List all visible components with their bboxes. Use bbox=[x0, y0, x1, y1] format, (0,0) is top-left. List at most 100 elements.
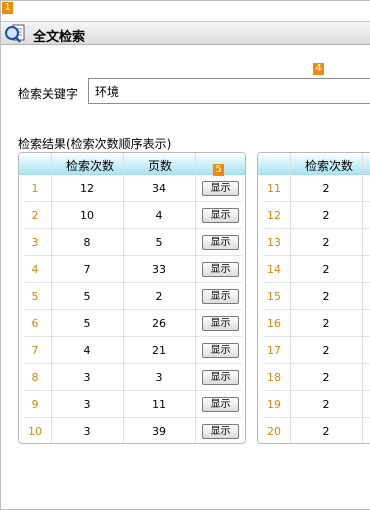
row-number: 20 bbox=[267, 425, 281, 438]
column-divider bbox=[123, 153, 124, 443]
search-count-value: 2 bbox=[322, 317, 330, 330]
show-button[interactable]: 显示 bbox=[202, 316, 239, 331]
show-button[interactable]: 显示 bbox=[202, 370, 239, 385]
row-number: 10 bbox=[28, 425, 42, 438]
row-number: 1 bbox=[31, 182, 39, 195]
header-search-count: 检索次数 bbox=[65, 159, 114, 173]
search-count-value: 2 bbox=[322, 371, 330, 384]
search-count-value: 2 bbox=[322, 263, 330, 276]
page-value: 11 bbox=[152, 398, 166, 411]
show-button[interactable]: 显示 bbox=[202, 343, 239, 358]
row-number: 11 bbox=[267, 182, 281, 195]
column-divider bbox=[51, 153, 52, 443]
keyword-label: 检索关键字 bbox=[18, 87, 79, 101]
search-count-value: 2 bbox=[322, 209, 330, 222]
page-value: 2 bbox=[155, 290, 163, 303]
show-button[interactable]: 显示 bbox=[202, 181, 239, 196]
row-number: 14 bbox=[267, 263, 281, 276]
table-header: 检索次数 页数 bbox=[19, 153, 245, 175]
search-count-value: 5 bbox=[83, 317, 91, 330]
show-button[interactable]: 显示 bbox=[202, 235, 239, 250]
table-row: 10 3 39 显示 bbox=[24, 418, 242, 443]
show-button[interactable]: 显示 bbox=[202, 262, 239, 277]
table-row: 16 2 bbox=[263, 310, 370, 337]
table-row: 19 2 bbox=[263, 391, 370, 418]
search-count-value: 10 bbox=[80, 209, 94, 222]
page-value: 34 bbox=[152, 182, 166, 195]
search-count-value: 3 bbox=[83, 425, 91, 438]
table-row: 6 5 26 显示 bbox=[24, 310, 242, 337]
annotation-marker-4: 4 bbox=[313, 63, 324, 75]
keyword-input[interactable] bbox=[88, 78, 370, 104]
column-divider bbox=[362, 153, 363, 443]
row-number: 2 bbox=[31, 209, 39, 222]
table-row: 8 3 3 显示 bbox=[24, 364, 242, 391]
row-number: 3 bbox=[31, 236, 39, 249]
page-value: 3 bbox=[155, 371, 163, 384]
column-divider bbox=[290, 153, 291, 443]
search-count-value: 2 bbox=[322, 182, 330, 195]
row-number: 9 bbox=[31, 398, 39, 411]
row-number: 13 bbox=[267, 236, 281, 249]
search-count-value: 12 bbox=[80, 182, 94, 195]
table-row: 18 2 bbox=[263, 364, 370, 391]
table-row: 1 12 34 显示 bbox=[24, 175, 242, 202]
table-row: 7 4 21 显示 bbox=[24, 337, 242, 364]
search-count-value: 2 bbox=[322, 398, 330, 411]
table-row: 13 2 bbox=[263, 229, 370, 256]
show-button[interactable]: 显示 bbox=[202, 397, 239, 412]
title-bar: 全文检索 bbox=[1, 21, 370, 45]
column-divider bbox=[195, 153, 196, 443]
row-number: 6 bbox=[31, 317, 39, 330]
row-number: 8 bbox=[31, 371, 39, 384]
document-search-icon bbox=[4, 24, 26, 44]
page-value: 21 bbox=[152, 344, 166, 357]
search-count-value: 4 bbox=[83, 344, 91, 357]
search-count-value: 2 bbox=[322, 425, 330, 438]
row-number: 18 bbox=[267, 371, 281, 384]
row-number: 16 bbox=[267, 317, 281, 330]
table-row: 3 8 5 显示 bbox=[24, 229, 242, 256]
search-count-value: 2 bbox=[322, 344, 330, 357]
search-count-value: 2 bbox=[322, 236, 330, 249]
table-row: 14 2 bbox=[263, 256, 370, 283]
search-count-value: 3 bbox=[83, 398, 91, 411]
table-row: 11 2 bbox=[263, 175, 370, 202]
show-button[interactable]: 显示 bbox=[202, 289, 239, 304]
search-count-value: 8 bbox=[83, 236, 91, 249]
table-row: 9 3 11 显示 bbox=[24, 391, 242, 418]
header-search-count: 检索次数 bbox=[304, 159, 353, 173]
row-number: 15 bbox=[267, 290, 281, 303]
search-count-value: 2 bbox=[322, 290, 330, 303]
page-value: 26 bbox=[152, 317, 166, 330]
row-number: 5 bbox=[31, 290, 39, 303]
search-count-value: 7 bbox=[83, 263, 91, 276]
show-button[interactable]: 显示 bbox=[202, 424, 239, 439]
annotation-marker-5: 5 bbox=[213, 164, 224, 176]
header-page: 页数 bbox=[147, 159, 172, 173]
row-number: 12 bbox=[267, 209, 281, 222]
results-table-left: 检索次数 页数 1 12 34 显示 2 10 4 显示 3 8 5 显示 4 7 33 显示 5 5 2 显示 6 5 2… bbox=[18, 152, 246, 444]
row-number: 17 bbox=[267, 344, 281, 357]
row-number: 7 bbox=[31, 344, 39, 357]
table-row: 15 2 bbox=[263, 283, 370, 310]
row-number: 19 bbox=[267, 398, 281, 411]
show-button[interactable]: 显示 bbox=[202, 208, 239, 223]
search-count-value: 3 bbox=[83, 371, 91, 384]
table-row: 17 2 bbox=[263, 337, 370, 364]
search-count-value: 5 bbox=[83, 290, 91, 303]
table-row: 12 2 bbox=[263, 202, 370, 229]
results-label: 检索结果(检索次数顺序表示) bbox=[18, 137, 172, 151]
table-row: 5 5 2 显示 bbox=[24, 283, 242, 310]
table-row: 20 2 bbox=[263, 418, 370, 443]
window-title: 全文检索 bbox=[33, 30, 86, 45]
table-header: 检索次数 bbox=[258, 153, 370, 175]
table-row: 2 10 4 显示 bbox=[24, 202, 242, 229]
row-number: 4 bbox=[31, 263, 39, 276]
page-value: 39 bbox=[152, 425, 166, 438]
table-row: 4 7 33 显示 bbox=[24, 256, 242, 283]
page-value: 4 bbox=[155, 209, 163, 222]
page-value: 33 bbox=[152, 263, 166, 276]
annotation-marker-1: 1 bbox=[2, 2, 13, 14]
page-value: 5 bbox=[155, 236, 163, 249]
